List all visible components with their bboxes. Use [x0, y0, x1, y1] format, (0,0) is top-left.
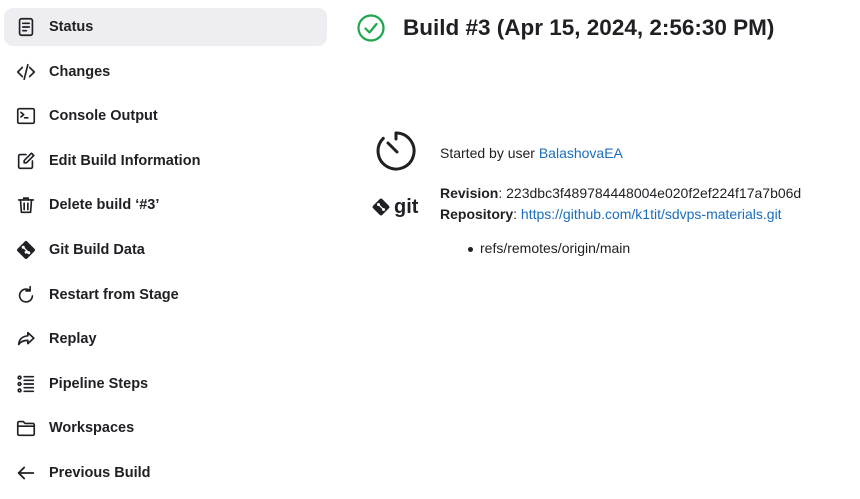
git-logo-text: git — [394, 196, 419, 218]
sidebar: Status Changes Console Output Edit Build… — [4, 8, 327, 499]
sidebar-item-edit-build-information[interactable]: Edit Build Information — [4, 142, 327, 180]
replay-icon — [14, 327, 38, 351]
sidebar-item-delete-build[interactable]: Delete build ‘#3’ — [4, 186, 327, 224]
page-header: Build #3 (Apr 15, 2024, 2:56:30 PM) — [356, 12, 774, 44]
sidebar-item-pipeline-steps[interactable]: Pipeline Steps — [4, 365, 327, 403]
trash-icon — [14, 193, 38, 217]
terminal-icon — [14, 104, 38, 128]
git-icon — [14, 238, 38, 262]
code-icon — [14, 60, 38, 84]
check-circle-icon — [357, 14, 385, 42]
sidebar-item-previous-build[interactable]: Previous Build — [4, 454, 327, 492]
page-title: Build #3 (Apr 15, 2024, 2:56:30 PM) — [403, 15, 775, 40]
revision-line: Revision: 223dbc3f489784448004e020f2ef22… — [440, 185, 801, 201]
sidebar-item-label: Restart from Stage — [49, 286, 179, 303]
sidebar-item-replay[interactable]: Replay — [4, 320, 327, 358]
sidebar-item-label: Previous Build — [49, 464, 151, 481]
sidebar-item-label: Replay — [49, 331, 97, 348]
sidebar-item-label: Status — [49, 19, 94, 35]
repository-line: Repository: https://github.com/k1tit/sdv… — [440, 206, 782, 222]
sidebar-item-console-output[interactable]: Console Output — [4, 97, 327, 135]
revision-value: : 223dbc3f489784448004e020f2ef224f17a7b0… — [498, 185, 802, 201]
edit-icon — [14, 149, 38, 173]
repository-sep: : — [513, 206, 521, 222]
user-link[interactable]: BalashovaEA — [539, 145, 623, 161]
sidebar-item-label: Git Build Data — [49, 241, 145, 258]
git-logo-icon: git — [372, 196, 419, 218]
started-prefix: Started by user — [440, 145, 539, 161]
list-icon — [14, 372, 38, 396]
sidebar-item-git-build-data[interactable]: Git Build Data — [4, 231, 327, 269]
folder-icon — [14, 416, 38, 440]
sidebar-item-restart-from-stage[interactable]: Restart from Stage — [4, 276, 327, 314]
sidebar-item-label: Workspaces — [49, 420, 135, 437]
timer-icon — [376, 131, 416, 171]
sidebar-item-status[interactable]: Status — [4, 8, 327, 46]
sidebar-item-label: Delete build ‘#3’ — [49, 197, 160, 214]
sidebar-item-label: Pipeline Steps — [49, 375, 149, 392]
sidebar-item-workspaces[interactable]: Workspaces — [4, 409, 327, 447]
revision-label: Revision — [440, 185, 499, 201]
sidebar-item-label: Console Output — [49, 108, 158, 125]
list-item: refs/remotes/origin/main — [466, 240, 630, 256]
sidebar-item-label: Edit Build Information — [49, 152, 201, 169]
branch-list: refs/remotes/origin/main — [466, 240, 630, 256]
repository-link[interactable]: https://github.com/k1tit/sdvps-materials… — [521, 206, 782, 222]
arrow-left-icon — [14, 461, 38, 485]
restart-icon — [14, 283, 38, 307]
document-icon — [14, 15, 38, 39]
started-by: Started by user BalashovaEA — [440, 145, 623, 161]
sidebar-item-changes[interactable]: Changes — [4, 53, 327, 91]
repository-label: Repository — [440, 206, 514, 222]
sidebar-item-label: Changes — [49, 63, 111, 80]
